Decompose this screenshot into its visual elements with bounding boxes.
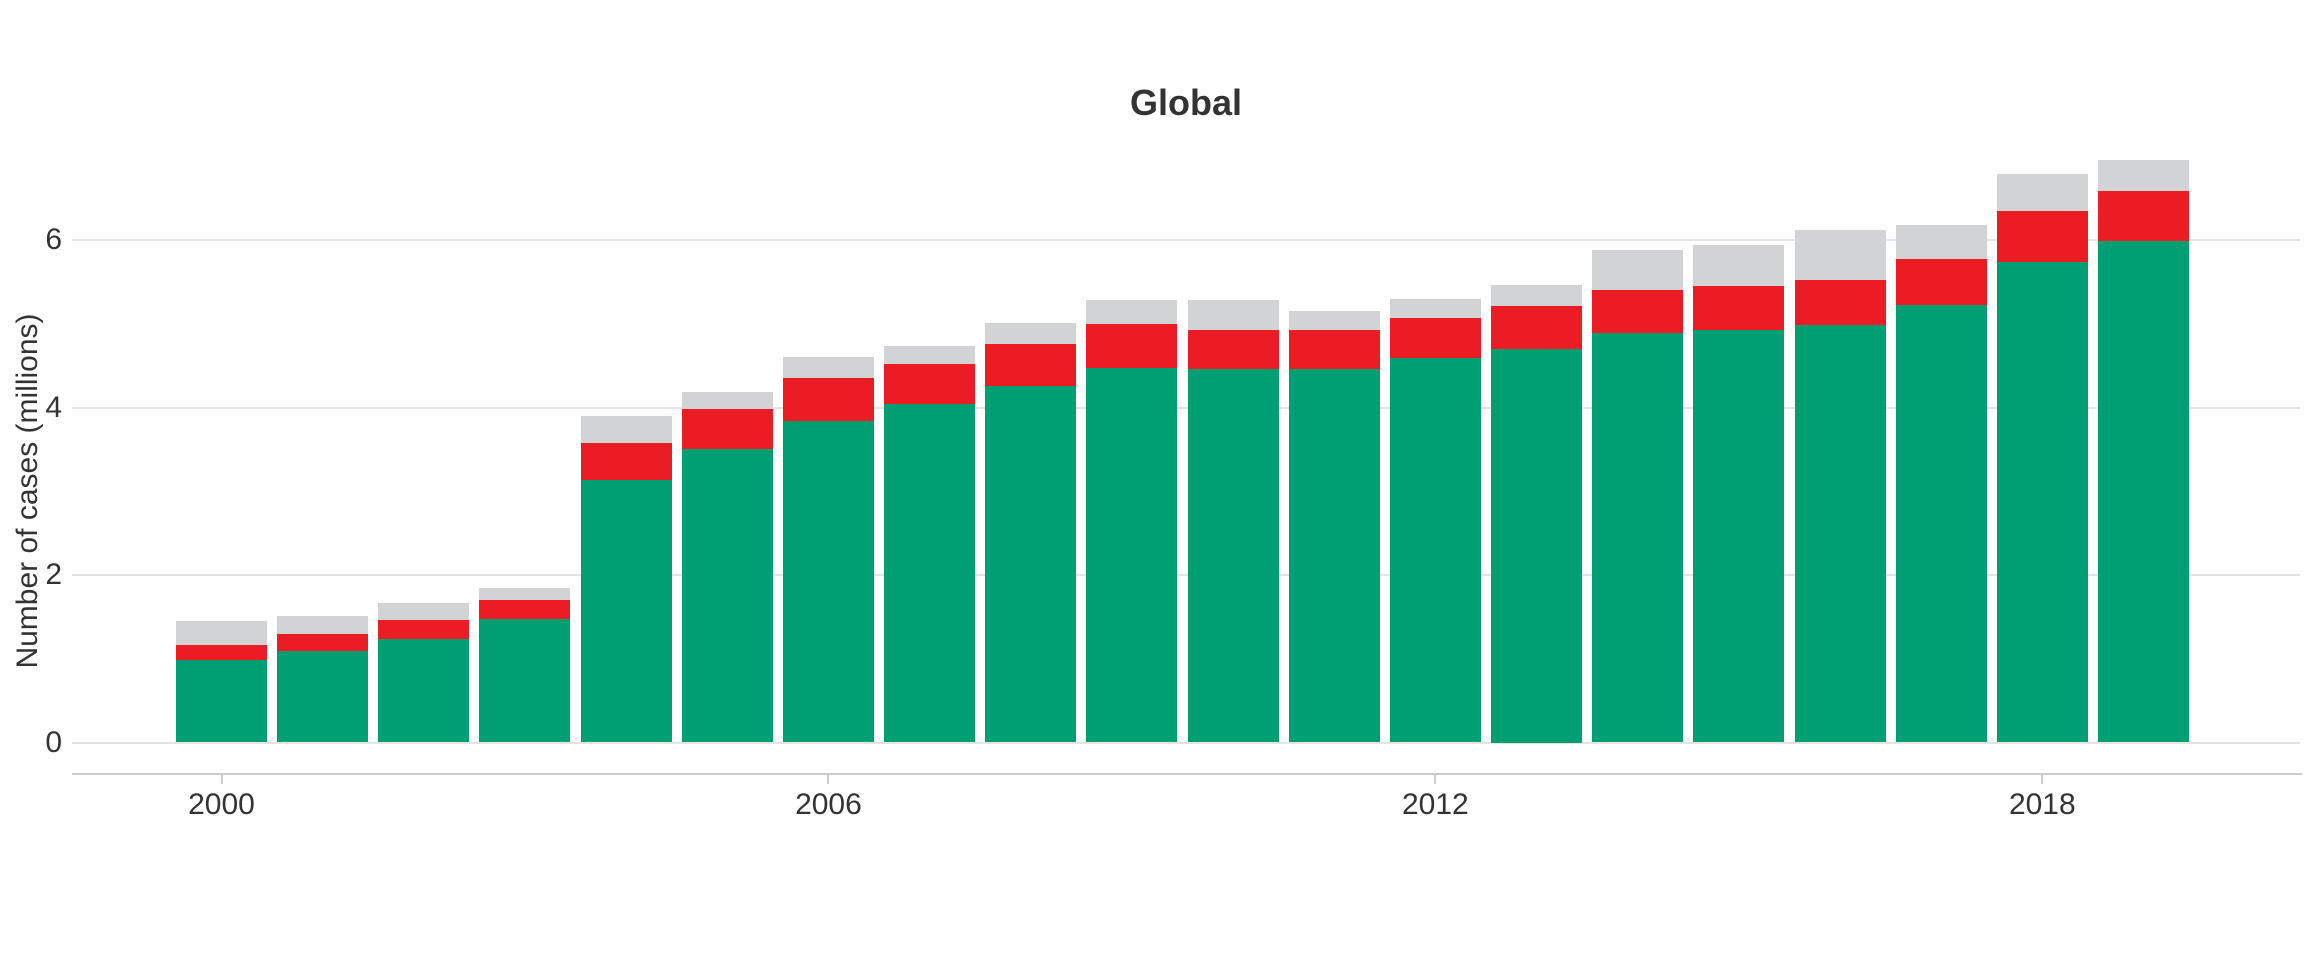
bar-2019-grey-segment[interactable] [2098, 160, 2189, 191]
bar-2005-green-segment[interactable] [682, 449, 773, 743]
bar-2003-red-segment[interactable] [479, 600, 570, 619]
y-tick-label-4: 4 [0, 392, 62, 424]
bar-2008-green-segment[interactable] [985, 386, 1076, 743]
bar-2007-red-segment[interactable] [884, 364, 975, 404]
bar-2004-green-segment[interactable] [581, 480, 672, 743]
x-tick-2018 [2041, 775, 2043, 784]
x-tick-2000 [221, 775, 223, 784]
bar-2014-green-segment[interactable] [1592, 333, 1683, 743]
y-tick-label-6: 6 [0, 224, 62, 256]
bar-2010-red-segment[interactable] [1188, 330, 1279, 369]
x-tick-label-2000: 2000 [152, 789, 292, 821]
y-tick-label-2: 2 [0, 559, 62, 591]
bar-2009-green-segment[interactable] [1086, 368, 1177, 742]
bar-2017-green-segment[interactable] [1896, 305, 1987, 742]
bar-2015-red-segment[interactable] [1693, 286, 1784, 330]
bar-2013-grey-segment[interactable] [1491, 285, 1582, 306]
bar-2008-grey-segment[interactable] [985, 323, 1076, 344]
bar-2013-red-segment[interactable] [1491, 306, 1582, 349]
bar-2005-red-segment[interactable] [682, 409, 773, 448]
bar-2006-green-segment[interactable] [783, 421, 874, 743]
x-tick-2012 [1434, 775, 1436, 784]
bar-2016-grey-segment[interactable] [1795, 230, 1886, 280]
bar-2014-grey-segment[interactable] [1592, 250, 1683, 290]
bar-2005-grey-segment[interactable] [682, 392, 773, 409]
bar-2004-red-segment[interactable] [581, 443, 672, 480]
y-axis-title: Number of cases (millions) [11, 313, 45, 668]
x-tick-label-2018: 2018 [1972, 789, 2112, 821]
bar-2012-grey-segment[interactable] [1390, 299, 1481, 318]
bar-2001-grey-segment[interactable] [277, 616, 368, 634]
bar-2009-grey-segment[interactable] [1086, 300, 1177, 323]
bar-2008-red-segment[interactable] [985, 344, 1076, 386]
x-tick-2006 [827, 775, 829, 784]
bar-2007-green-segment[interactable] [884, 404, 975, 742]
chart-root: Global Number of cases (millions) 0 2 4 6 20… [0, 0, 2304, 960]
bar-2016-red-segment[interactable] [1795, 280, 1886, 325]
bar-2002-green-segment[interactable] [378, 639, 469, 743]
bar-2015-green-segment[interactable] [1693, 330, 1784, 742]
bar-2018-grey-segment[interactable] [1997, 174, 2088, 211]
bar-2003-grey-segment[interactable] [479, 588, 570, 601]
bar-2007-grey-segment[interactable] [884, 346, 975, 364]
bar-2000-red-segment[interactable] [176, 645, 267, 661]
x-tick-label-2012: 2012 [1365, 789, 1505, 821]
bar-2011-grey-segment[interactable] [1289, 311, 1380, 330]
bar-2019-green-segment[interactable] [2098, 241, 2189, 743]
bar-2012-red-segment[interactable] [1390, 318, 1481, 358]
bar-2002-grey-segment[interactable] [378, 603, 469, 620]
bar-2018-green-segment[interactable] [1997, 262, 2088, 743]
bar-2000-green-segment[interactable] [176, 660, 267, 742]
bar-2016-green-segment[interactable] [1795, 325, 1886, 742]
x-axis-line [72, 773, 2302, 775]
bar-2014-red-segment[interactable] [1592, 290, 1683, 333]
x-tick-label-2006: 2006 [758, 789, 898, 821]
bar-2012-green-segment[interactable] [1390, 358, 1481, 742]
bar-2015-grey-segment[interactable] [1693, 245, 1784, 286]
bar-2009-red-segment[interactable] [1086, 324, 1177, 368]
bar-2018-red-segment[interactable] [1997, 211, 2088, 262]
bar-2010-grey-segment[interactable] [1188, 300, 1279, 329]
bar-2017-red-segment[interactable] [1896, 259, 1987, 305]
bar-2006-grey-segment[interactable] [783, 357, 874, 378]
bar-2006-red-segment[interactable] [783, 378, 874, 421]
bar-2019-red-segment[interactable] [2098, 191, 2189, 240]
bar-2002-red-segment[interactable] [378, 620, 469, 638]
y-tick-label-0: 0 [0, 727, 62, 759]
bar-2013-green-segment[interactable] [1491, 349, 1582, 743]
bar-2010-green-segment[interactable] [1188, 369, 1279, 743]
bar-2011-green-segment[interactable] [1289, 369, 1380, 743]
bar-2003-green-segment[interactable] [479, 619, 570, 742]
chart-title: Global [72, 82, 2300, 124]
bar-2001-green-segment[interactable] [277, 651, 368, 742]
bar-2001-red-segment[interactable] [277, 634, 368, 651]
bar-2004-grey-segment[interactable] [581, 416, 672, 443]
bar-2000-grey-segment[interactable] [176, 621, 267, 644]
bar-2011-red-segment[interactable] [1289, 330, 1380, 369]
bar-2017-grey-segment[interactable] [1896, 225, 1987, 259]
